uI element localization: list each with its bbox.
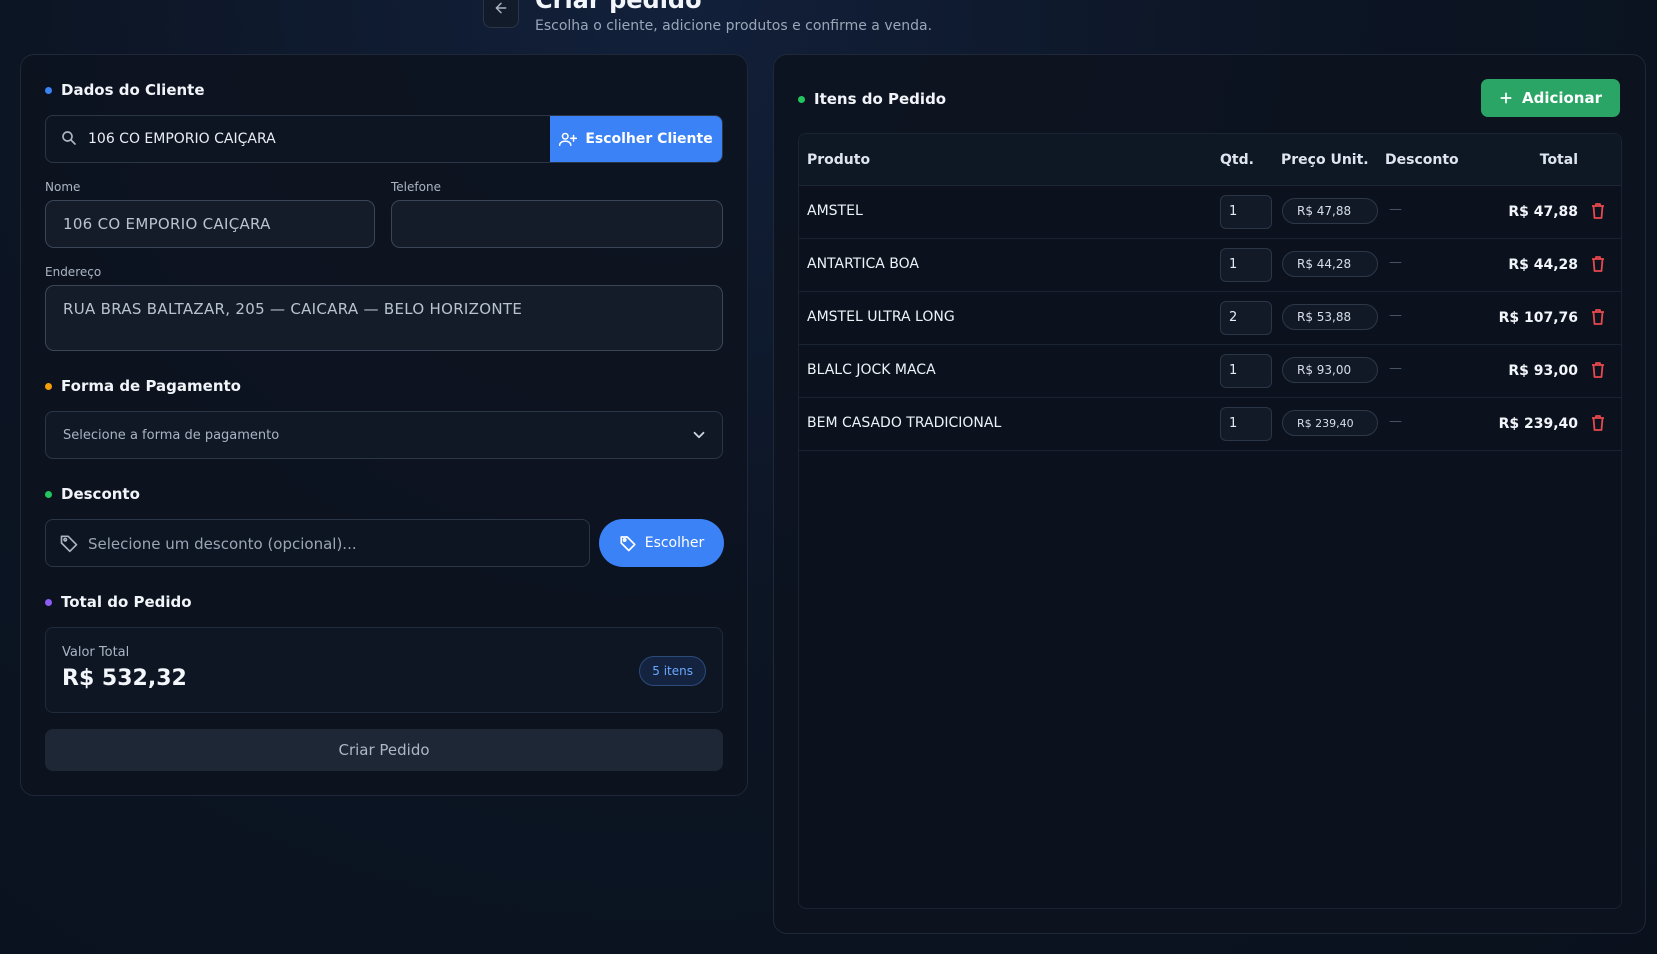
add-item-button[interactable]: Adicionar	[1481, 79, 1620, 117]
unit-price-field[interactable]: R$ 239,40	[1282, 410, 1378, 436]
phone-label: Telefone	[391, 180, 441, 194]
payment-section-label: Forma de Pagamento	[61, 377, 241, 395]
product-name: AMSTEL	[807, 203, 863, 219]
choose-discount-label: Escolher	[644, 535, 705, 551]
quantity-input[interactable]: 1	[1220, 407, 1272, 441]
section-dot	[45, 598, 52, 606]
arrow-left-icon	[495, 2, 507, 14]
section-dot	[45, 490, 52, 498]
order-total-box: Valor Total R$ 532,32 5 itens	[45, 627, 723, 713]
unit-price-field[interactable]: R$ 53,88	[1282, 304, 1378, 330]
trash-icon[interactable]	[1591, 202, 1605, 224]
table-row: BEM CASADO TRADICIONAL 1 R$ 239,40 — R$ 239,…	[799, 398, 1621, 451]
tag-icon	[620, 536, 636, 552]
items-table: Produto Qtd. Preço Unit. Desconto Total …	[798, 133, 1622, 909]
table-row: AMSTEL 1 R$ 47,88 — R$ 47,88	[799, 186, 1621, 239]
column-header-product: Produto	[807, 152, 871, 168]
table-row: BLALC JOCK MACA 1 R$ 93,00 — R$ 93,00	[799, 345, 1621, 398]
unit-price-field[interactable]: R$ 93,00	[1282, 357, 1378, 383]
items-count-badge: 5 itens	[639, 656, 706, 686]
table-row: AMSTEL ULTRA LONG 2 R$ 53,88 — R$ 107,76	[799, 292, 1621, 345]
create-order-button[interactable]: Criar Pedido	[45, 729, 723, 771]
discount-value: —	[1389, 308, 1402, 323]
tag-icon	[59, 533, 79, 557]
table-header: Produto Qtd. Preço Unit. Desconto Total	[799, 134, 1621, 186]
items-section-label: Itens do Pedido	[814, 90, 947, 108]
discount-section-title: Desconto	[45, 485, 140, 503]
row-total: R$ 239,40	[1498, 416, 1578, 432]
row-total: R$ 47,88	[1508, 204, 1578, 220]
choose-discount-button[interactable]: Escolher	[599, 519, 724, 567]
unit-price-field[interactable]: R$ 47,88	[1282, 198, 1378, 224]
row-total: R$ 44,28	[1508, 257, 1578, 273]
choose-client-label: Escolher Cliente	[585, 131, 713, 147]
search-icon	[60, 129, 78, 151]
address-label: Endereço	[45, 265, 102, 279]
total-value: R$ 532,32	[62, 666, 187, 691]
phone-field[interactable]	[391, 200, 723, 248]
client-section-label: Dados do Cliente	[61, 81, 205, 99]
product-name: BEM CASADO TRADICIONAL	[807, 415, 1002, 431]
table-row: ANTARTICA BOA 1 R$ 44,28 — R$ 44,28	[799, 239, 1621, 292]
discount-value: —	[1389, 414, 1402, 429]
quantity-input[interactable]: 1	[1220, 354, 1272, 388]
column-header-discount: Desconto	[1385, 152, 1459, 168]
trash-icon[interactable]	[1591, 414, 1605, 436]
quantity-input[interactable]: 1	[1220, 248, 1272, 282]
product-name: BLALC JOCK MACA	[807, 362, 936, 378]
quantity-input[interactable]: 1	[1220, 195, 1272, 229]
row-total: R$ 107,76	[1498, 310, 1578, 326]
total-label: Valor Total	[62, 645, 130, 660]
total-section-title: Total do Pedido	[45, 593, 192, 611]
discount-value: —	[1389, 361, 1402, 376]
trash-icon[interactable]	[1591, 361, 1605, 383]
section-dot	[798, 95, 805, 103]
plus-icon	[1500, 92, 1512, 104]
total-section-label: Total do Pedido	[61, 593, 192, 611]
trash-icon[interactable]	[1591, 255, 1605, 277]
payment-method-select[interactable]: Selecione a forma de pagamento	[45, 411, 723, 459]
section-dot	[45, 86, 52, 94]
payment-section-title: Forma de Pagamento	[45, 377, 241, 395]
address-field[interactable]: RUA BRAS BALTAZAR, 205 — CAICARA — BELO …	[45, 285, 723, 351]
choose-client-button[interactable]: Escolher Cliente	[550, 116, 722, 162]
name-label: Nome	[45, 180, 81, 194]
back-button[interactable]	[483, 0, 519, 28]
discount-value: —	[1389, 202, 1402, 217]
page-title: Criar pedido	[535, 0, 702, 14]
name-field[interactable]: 106 CO EMPORIO CAIÇARA	[45, 200, 375, 248]
discount-placeholder: Selecione um desconto (opcional)...	[88, 535, 357, 553]
product-name: ANTARTICA BOA	[807, 256, 919, 272]
page-subtitle: Escolha o cliente, adicione produtos e c…	[535, 18, 933, 34]
column-header-unit-price: Preço Unit.	[1281, 152, 1369, 168]
order-form-card: Dados do Cliente 106 CO EMPORIO CAIÇARA …	[20, 54, 748, 796]
trash-icon[interactable]	[1591, 308, 1605, 330]
discount-input[interactable]: Selecione um desconto (opcional)...	[45, 519, 590, 567]
client-section-title: Dados do Cliente	[45, 81, 205, 99]
unit-price-field[interactable]: R$ 44,28	[1282, 251, 1378, 277]
quantity-input[interactable]: 2	[1220, 301, 1272, 335]
row-total: R$ 93,00	[1508, 363, 1578, 379]
product-name: AMSTEL ULTRA LONG	[807, 309, 955, 325]
payment-method-value: Selecione a forma de pagamento	[63, 428, 280, 443]
column-header-qty: Qtd.	[1220, 152, 1254, 168]
items-section-title: Itens do Pedido	[798, 90, 946, 108]
user-plus-icon	[559, 132, 578, 146]
discount-section-label: Desconto	[61, 485, 140, 503]
order-items-card: Itens do Pedido Adicionar Produto Qtd. P…	[773, 54, 1646, 934]
chevron-down-icon	[690, 426, 708, 448]
add-item-label: Adicionar	[1521, 89, 1603, 107]
client-search-value: 106 CO EMPORIO CAIÇARA	[88, 131, 276, 147]
discount-value: —	[1389, 255, 1402, 270]
section-dot	[45, 382, 52, 390]
column-header-total: Total	[1539, 152, 1578, 168]
client-search-field[interactable]: 106 CO EMPORIO CAIÇARA Escolher Cliente	[45, 115, 723, 163]
